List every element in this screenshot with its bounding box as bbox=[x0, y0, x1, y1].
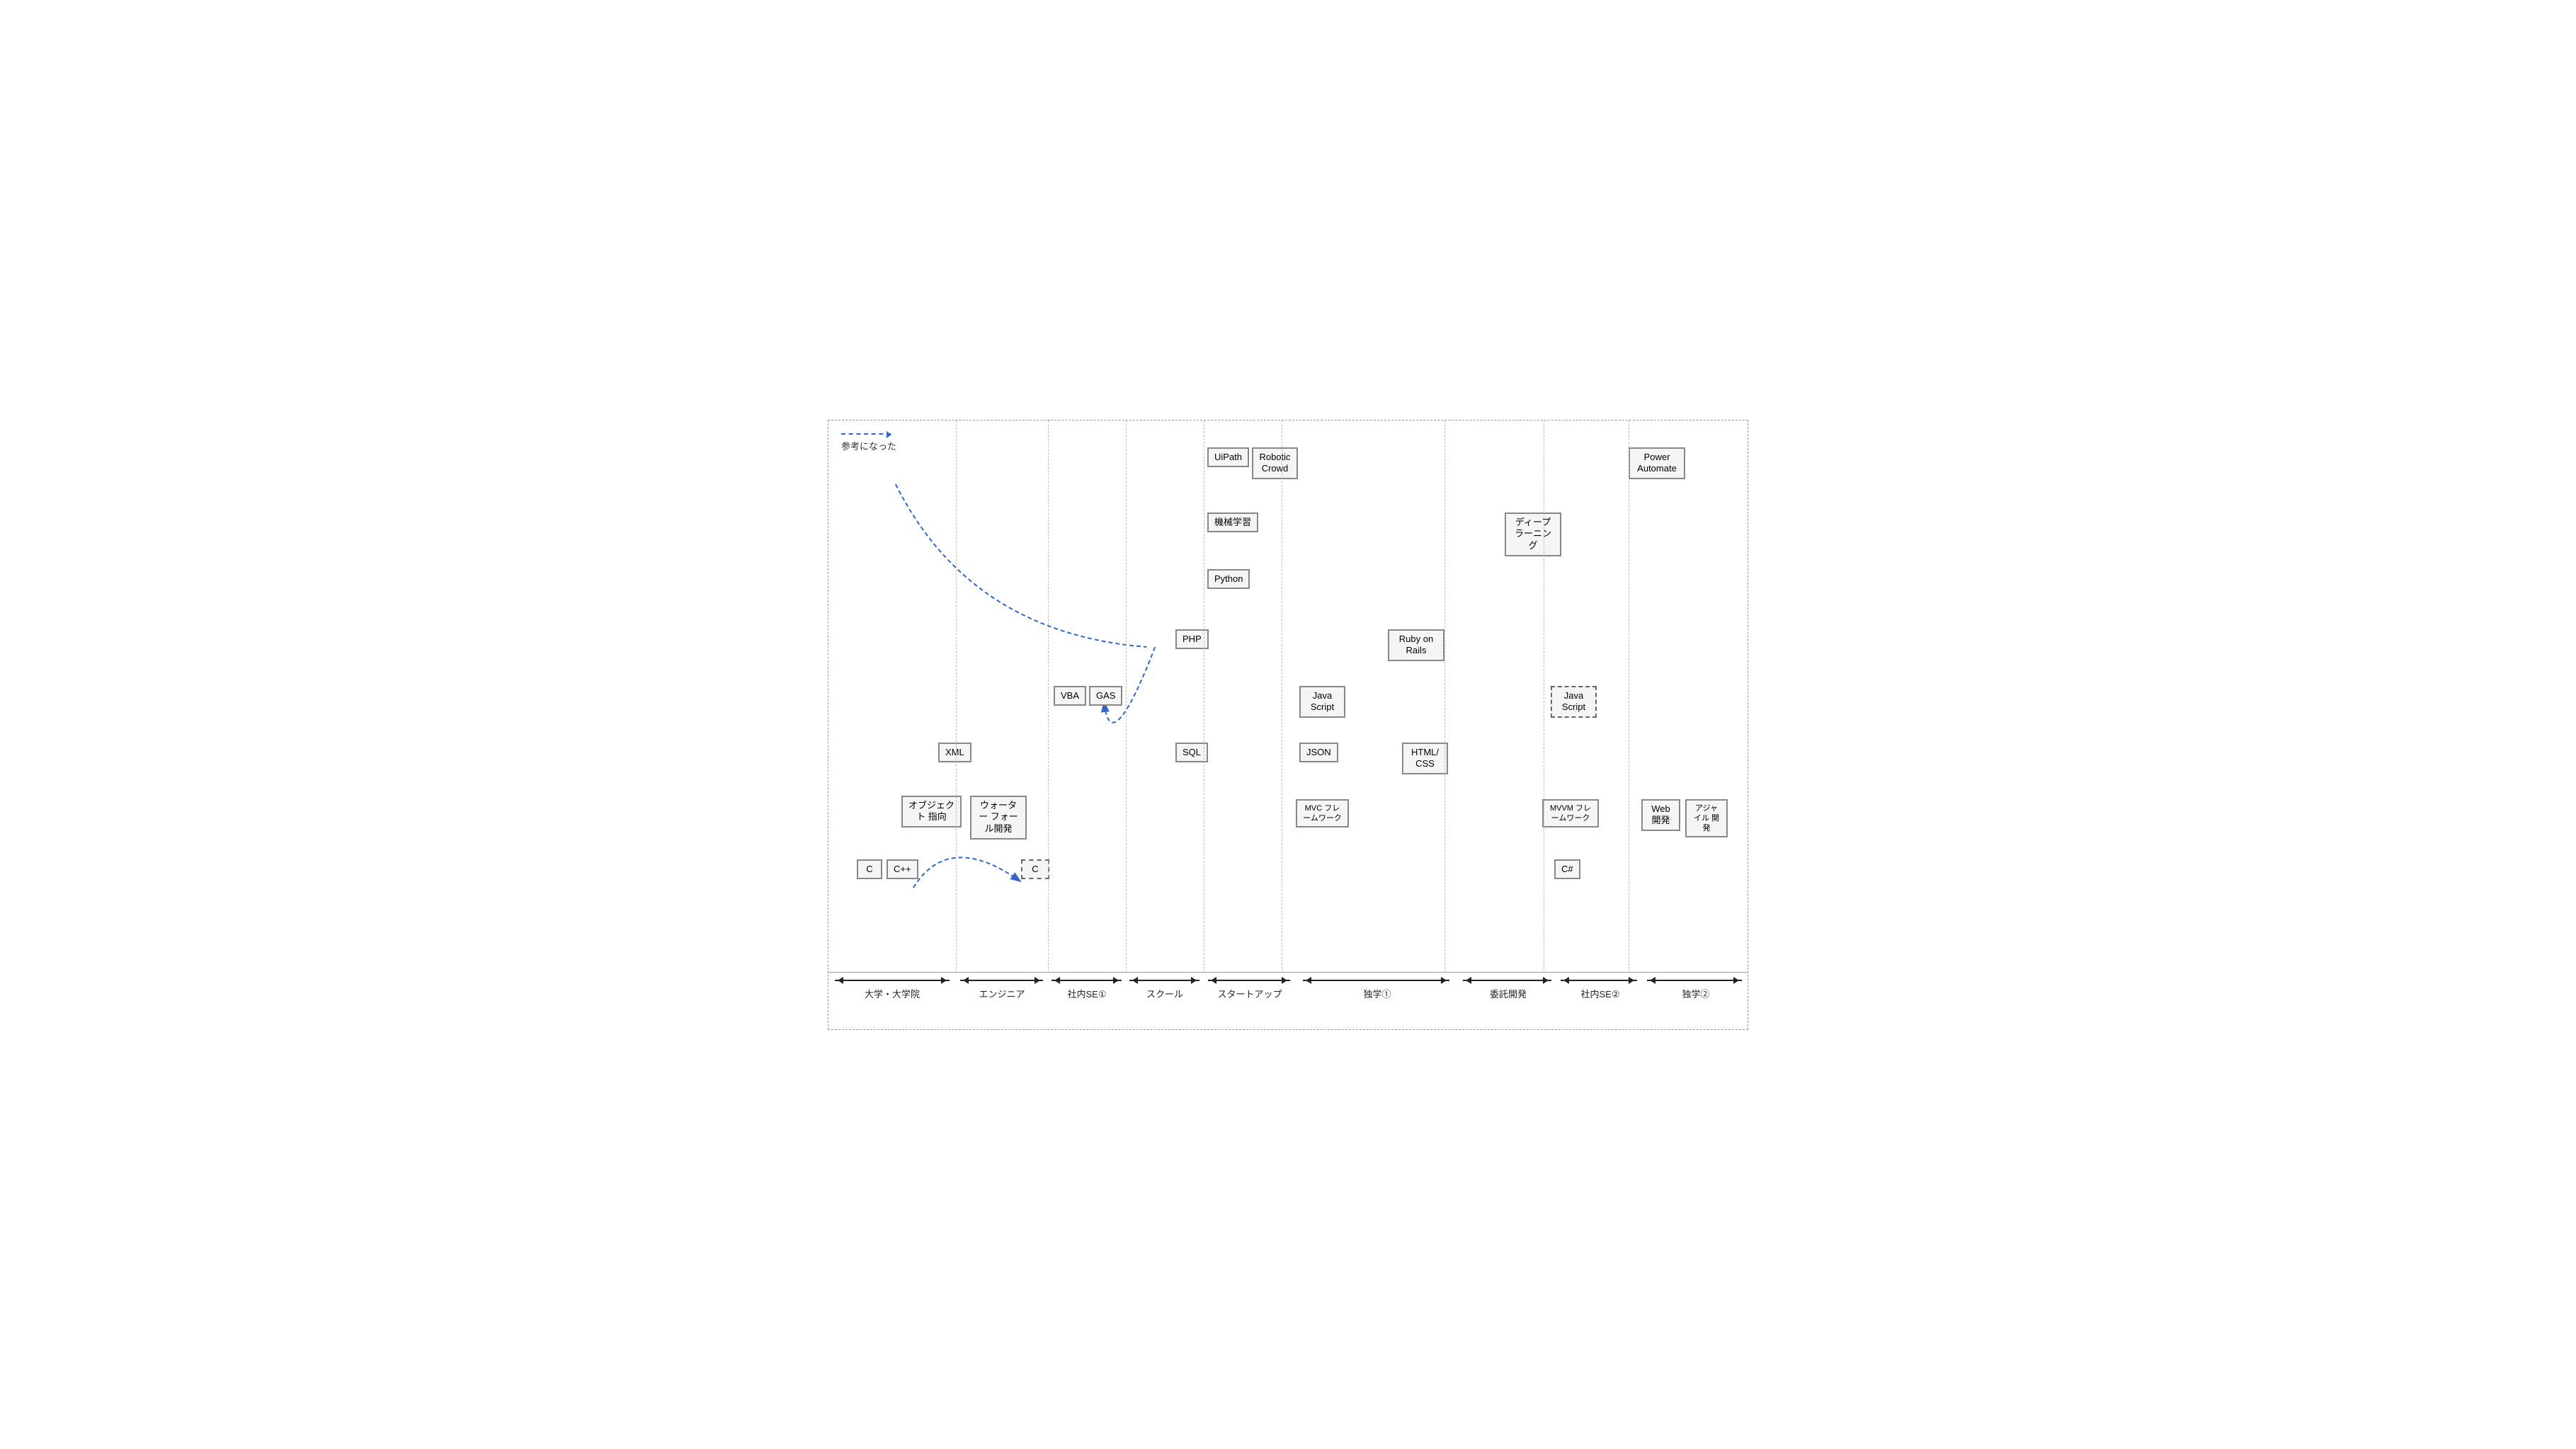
diagram-inner: UiPath Robotic Crowd Power Automate 機械学習… bbox=[828, 420, 1748, 973]
timeline: 大学・大学院 エンジニア 社内SE① スクール スタートアップ 独学① 委託開発… bbox=[828, 973, 1748, 1029]
javascript-startup-box: Java Script bbox=[1299, 686, 1345, 718]
label-engineer: エンジニア bbox=[956, 987, 1048, 1000]
html-css-box: HTML/ CSS bbox=[1402, 743, 1448, 775]
ruby-on-rails-box: Ruby on Rails bbox=[1388, 629, 1444, 662]
vba-box: VBA bbox=[1054, 686, 1086, 706]
json-box: JSON bbox=[1299, 743, 1338, 763]
cpp-box: C++ bbox=[887, 859, 918, 880]
deep-learning-box: ディープ ラーニング bbox=[1505, 512, 1561, 557]
arrows-svg bbox=[828, 420, 1748, 973]
kikai-gakushu-box: 機械学習 bbox=[1207, 512, 1258, 533]
label-shasei2: 社内SE② bbox=[1558, 987, 1643, 1000]
c-dashed-box: C bbox=[1021, 859, 1049, 880]
javascript-dashed-box: Java Script bbox=[1551, 686, 1597, 718]
label-dokugaku1: 独学① bbox=[1296, 987, 1459, 1000]
label-ittaku: 委託開発 bbox=[1459, 987, 1558, 1000]
mvvm-box: MVVM フレームワーク bbox=[1542, 799, 1599, 828]
python-box: Python bbox=[1207, 569, 1250, 590]
diagram-container: 参考になった UiPath Robotic Crowd bbox=[828, 420, 1748, 1030]
waterfall-box: ウォーター フォール開発 bbox=[970, 796, 1027, 840]
label-daigaku: 大学・大学院 bbox=[828, 987, 956, 1000]
csharp-box: C# bbox=[1554, 859, 1580, 880]
agile-box: アジャイル 開発 bbox=[1685, 799, 1728, 838]
object-oriented-box: オブジェクト 指向 bbox=[901, 796, 962, 828]
uipath-box: UiPath bbox=[1207, 447, 1249, 468]
label-startup: スタートアップ bbox=[1204, 987, 1296, 1000]
mvc-box: MVC フレームワーク bbox=[1296, 799, 1349, 828]
c-box: C bbox=[857, 859, 882, 880]
gas-box: GAS bbox=[1089, 686, 1122, 706]
label-dokugaku2: 独学② bbox=[1643, 987, 1749, 1000]
label-school: スクール bbox=[1126, 987, 1204, 1000]
xml-box: XML bbox=[938, 743, 971, 763]
label-shasei1: 社内SE① bbox=[1048, 987, 1126, 1000]
web-dev-box: Web 開発 bbox=[1641, 799, 1680, 832]
power-automate-box: Power Automate bbox=[1629, 447, 1685, 480]
robotic-crowd-box: Robotic Crowd bbox=[1252, 447, 1298, 480]
